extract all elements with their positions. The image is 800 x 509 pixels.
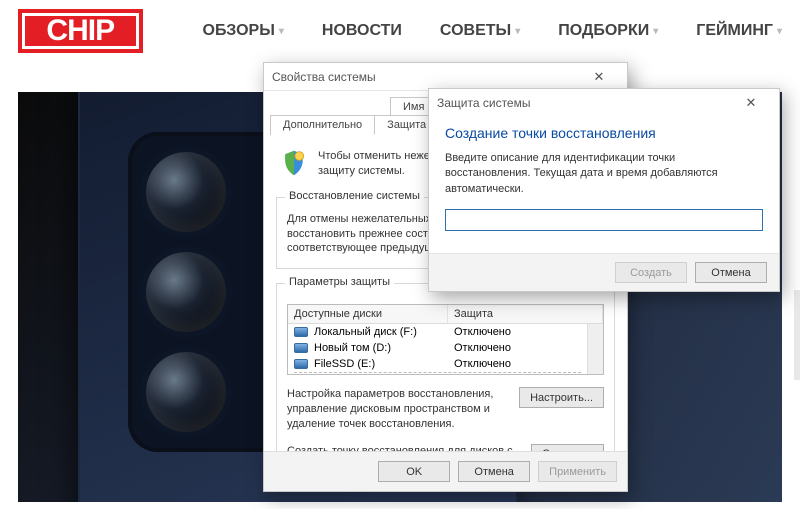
group-restore-legend: Восстановление системы [285, 190, 424, 202]
chevron-down-icon: ▾ [653, 26, 658, 37]
sidebar-thumb [794, 290, 800, 380]
disk-icon [294, 359, 308, 369]
drive-row[interactable]: Локальный диск (F:) Отключено [288, 324, 587, 340]
close-icon[interactable]: ✕ [731, 90, 771, 116]
drive-row[interactable]: FileSSD (E:) Отключено [288, 356, 587, 372]
site-logo-text: CHIP [46, 14, 114, 48]
create-dialog-heading: Создание точки восстановления [445, 125, 763, 141]
configure-text: Настройка параметров восстановления, упр… [287, 387, 509, 432]
close-icon[interactable]: ✕ [579, 64, 619, 90]
group-protection-legend: Параметры защиты [285, 276, 394, 288]
configure-button[interactable]: Настроить... [519, 387, 604, 408]
nav-tips[interactable]: СОВЕТЫ▾ [440, 22, 520, 40]
nav-collections[interactable]: ПОДБОРКИ▾ [558, 22, 658, 40]
nav-reviews[interactable]: ОБЗОРЫ▾ [203, 22, 284, 40]
create-button[interactable]: Создать [615, 262, 687, 283]
scrollbar[interactable] [587, 324, 603, 374]
cancel-button[interactable]: Отмена [695, 262, 767, 283]
create-dialog-titlebar[interactable]: Защита системы ✕ [429, 89, 779, 117]
chevron-down-icon: ▾ [279, 26, 284, 37]
nav-news[interactable]: НОВОСТИ [322, 22, 402, 40]
system-properties-title: Свойства системы [272, 70, 376, 84]
site-header: CHIP ОБЗОРЫ▾ НОВОСТИ СОВЕТЫ▾ ПОДБОРКИ▾ Г… [0, 0, 800, 62]
system-properties-footer: OK Отмена Применить [264, 451, 627, 491]
system-properties-titlebar[interactable]: Свойства системы ✕ [264, 63, 627, 91]
ok-button[interactable]: OK [378, 461, 450, 482]
chevron-down-icon: ▾ [515, 26, 520, 37]
disk-icon [294, 327, 308, 337]
create-dialog-footer: Создать Отмена [429, 253, 779, 291]
nav-gaming[interactable]: ГЕЙМИНГ▾ [696, 22, 782, 40]
drive-col-status[interactable]: Защита [448, 305, 603, 323]
tab-advanced[interactable]: Дополнительно [270, 115, 375, 135]
create-dialog-title: Защита системы [437, 96, 530, 110]
shield-icon [280, 149, 308, 177]
drive-row[interactable]: Новый том (D:) Отключено [288, 340, 587, 356]
restore-point-name-input[interactable] [445, 209, 763, 231]
apply-button[interactable]: Применить [538, 461, 617, 482]
site-logo[interactable]: CHIP [18, 9, 143, 53]
chevron-down-icon: ▾ [777, 26, 782, 37]
create-dialog-text: Введите описание для идентификации точки… [445, 151, 763, 197]
site-nav: ОБЗОРЫ▾ НОВОСТИ СОВЕТЫ▾ ПОДБОРКИ▾ ГЕЙМИН… [203, 22, 782, 40]
cancel-button[interactable]: Отмена [458, 461, 530, 482]
disk-icon [294, 343, 308, 353]
drive-list[interactable]: Доступные диски Защита Локальный диск (F… [287, 304, 604, 375]
create-restore-point-dialog: Защита системы ✕ Создание точки восстано… [428, 88, 780, 292]
drive-col-name[interactable]: Доступные диски [288, 305, 448, 323]
